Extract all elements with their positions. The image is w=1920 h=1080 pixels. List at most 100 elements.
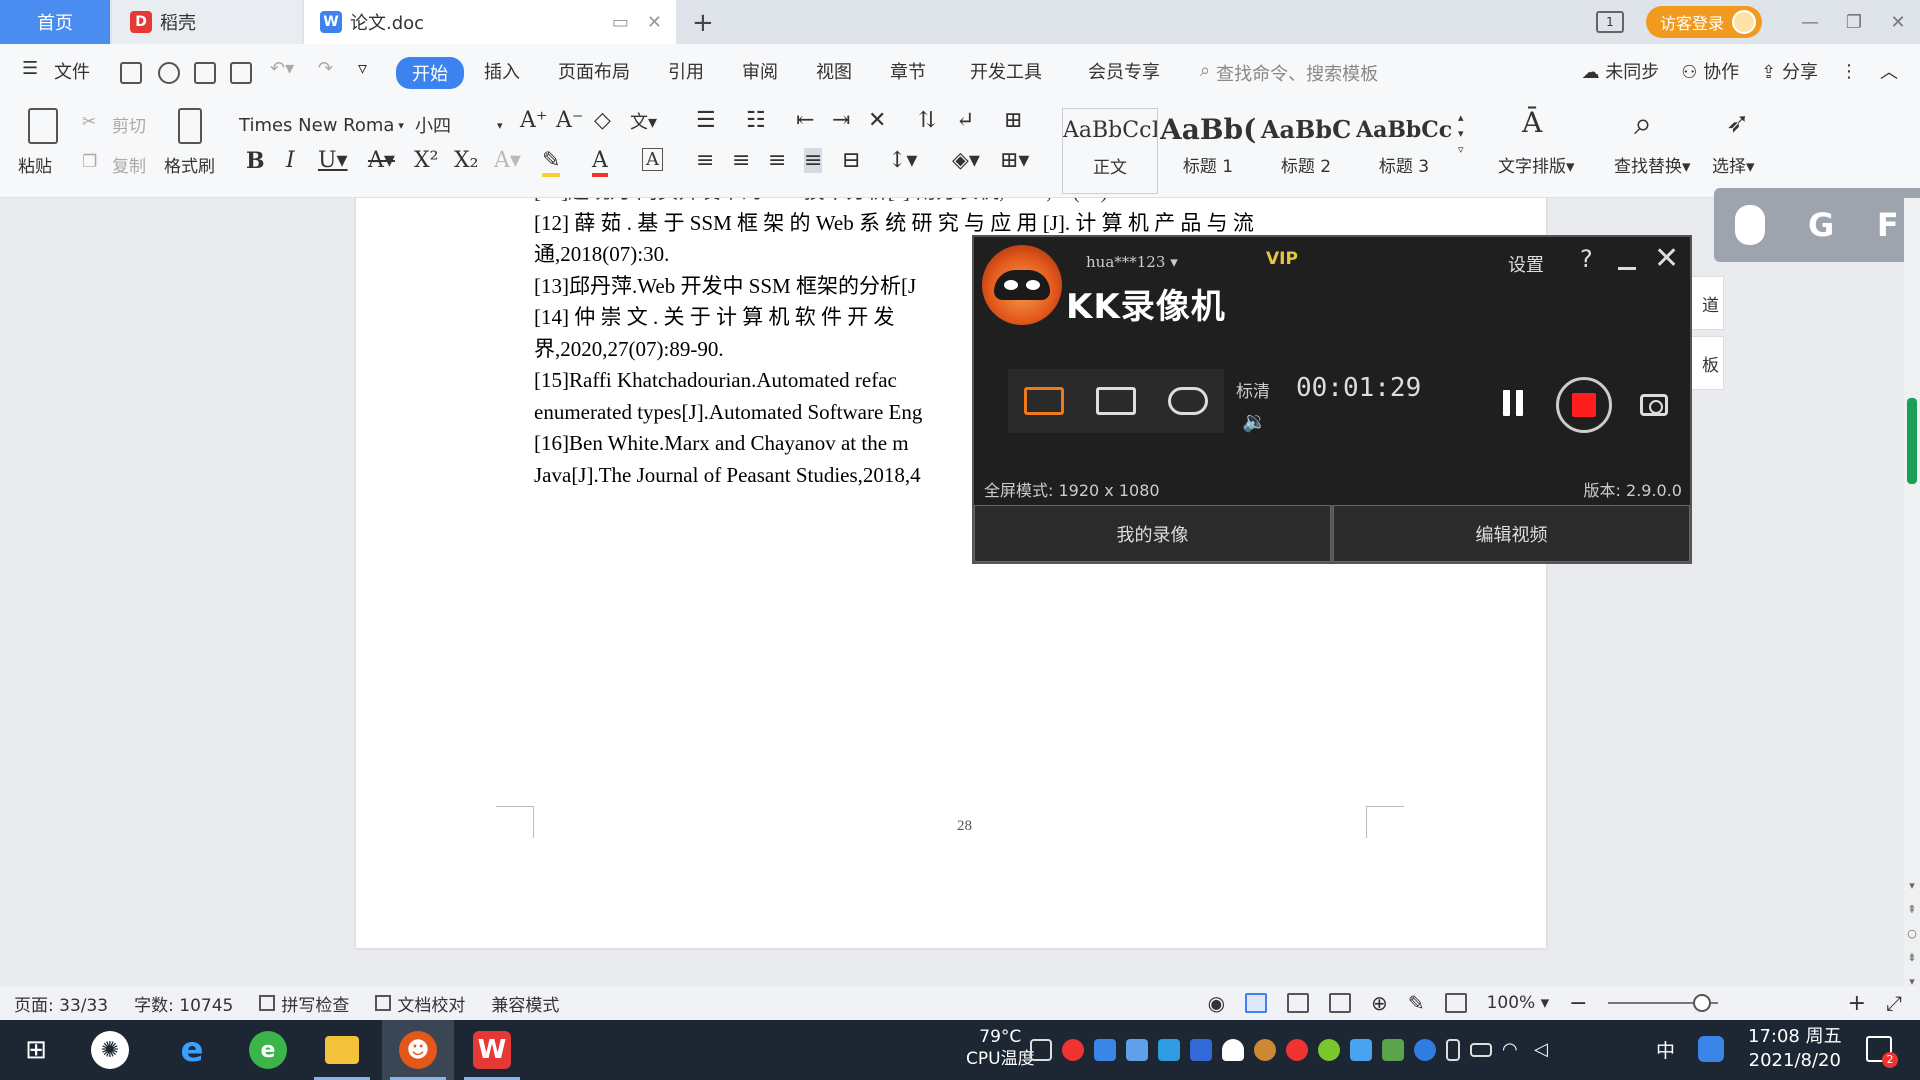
zoom-level-select[interactable]: 100% ▾ [1487, 993, 1550, 1013]
collab-button[interactable]: ⚇ 协作 [1681, 58, 1739, 84]
align-left-icon[interactable]: ≡ [696, 148, 714, 173]
vertical-scrollbar[interactable]: ▾ ⇞ ○ ⇟ ▾ [1904, 198, 1920, 988]
find-replace-button[interactable]: 查找替换▾ [1614, 152, 1691, 177]
more-icon[interactable]: ⋮ [1840, 61, 1858, 82]
battery-icon[interactable] [1470, 1043, 1492, 1057]
increase-indent-icon[interactable]: ⇥ [832, 108, 850, 133]
recorder-close-button[interactable]: ✕ [1654, 241, 1679, 276]
notification-center-icon[interactable]: 2 [1866, 1036, 1898, 1068]
taskbar-app-wps[interactable]: W [456, 1020, 528, 1080]
outline-view-icon[interactable] [1287, 993, 1310, 1013]
format-painter-button[interactable]: 格式刷 [164, 152, 215, 177]
minimize-icon[interactable]: — [1788, 12, 1832, 33]
close-tab-icon[interactable]: ✕ [647, 12, 662, 33]
qq-icon[interactable] [1286, 1039, 1308, 1061]
wifi-icon[interactable]: ◠ [1502, 1039, 1524, 1061]
sort-icon[interactable]: ⇅ [918, 108, 936, 133]
align-justify-icon[interactable]: ≡ [804, 148, 823, 173]
fullscreen-mode-icon[interactable] [1024, 387, 1064, 415]
menu-view[interactable]: 视图 [816, 58, 852, 84]
nvidia-icon[interactable] [1382, 1039, 1404, 1061]
recorder-minimize-icon[interactable] [1618, 267, 1636, 270]
show-marks-icon[interactable]: ↵ [956, 108, 974, 133]
cursor-icon[interactable]: ➶ [1726, 106, 1749, 139]
font-size-select[interactable]: 小四 ▾ [414, 110, 506, 140]
eye-protection-icon[interactable]: ◉ [1208, 991, 1225, 1015]
side-tool-g[interactable]: G [1808, 206, 1834, 244]
subscript-icon[interactable]: X₂ [454, 148, 478, 173]
menu-page-layout[interactable]: 页面布局 [558, 58, 630, 84]
reading-view-icon[interactable] [1329, 993, 1352, 1013]
usb-icon[interactable] [1446, 1039, 1460, 1061]
taskbar-app-ie[interactable]: e [156, 1020, 228, 1080]
styles-scroll-icon[interactable]: ▴ ▾ ▿ [1458, 110, 1464, 158]
distributed-icon[interactable]: ⊟ [842, 148, 860, 173]
print-preview-icon[interactable] [230, 62, 252, 84]
table-tools-icon[interactable]: ⊞ [1004, 108, 1022, 133]
menu-file[interactable]: 文件 [54, 58, 90, 84]
scrollbar-thumb[interactable] [1907, 398, 1917, 484]
text-layout-icon[interactable]: Ā [1522, 106, 1542, 139]
highlight-icon[interactable]: ✎ [542, 148, 561, 177]
tray-app-icon[interactable] [1094, 1039, 1116, 1061]
text-effect-icon[interactable]: A▾ [494, 148, 521, 173]
zoom-out-button[interactable]: − [1569, 991, 1587, 1016]
tray-app-icon[interactable] [1158, 1039, 1180, 1061]
shield-icon[interactable] [1190, 1039, 1212, 1061]
style-normal[interactable]: AaBbCcI 正文 [1062, 108, 1158, 194]
tab-home[interactable]: 首页 [0, 0, 110, 44]
taskbar-app-kk-recorder[interactable]: ☻ [382, 1020, 454, 1080]
paste-button[interactable]: 粘贴 [18, 152, 52, 177]
word-count[interactable]: 字数: 10745 [134, 991, 233, 1016]
zoom-in-button[interactable]: + [1848, 991, 1866, 1016]
menu-dev-tools[interactable]: 开发工具 [970, 58, 1042, 84]
bell-icon[interactable] [1222, 1039, 1244, 1061]
proofread-toggle[interactable]: 文档校对 [375, 991, 465, 1016]
vip-badge[interactable]: VIP [1266, 249, 1298, 269]
grow-font-icon[interactable]: A⁺ [520, 108, 548, 133]
shrink-font-icon[interactable]: A⁻ [556, 108, 584, 133]
fit-page-icon[interactable] [1444, 993, 1467, 1013]
my-recordings-button[interactable]: 我的录像 [974, 505, 1331, 562]
pinyin-icon[interactable]: 文▾ [630, 108, 657, 134]
qq-icon[interactable] [1254, 1039, 1276, 1061]
align-center-icon[interactable]: ≡ [732, 148, 750, 173]
edit-video-button[interactable]: 编辑视频 [1333, 505, 1690, 562]
taskbar-app-browser[interactable]: e [232, 1020, 304, 1080]
tray-app-icon[interactable] [1126, 1039, 1148, 1061]
input-method-icon[interactable] [1698, 1036, 1724, 1062]
tray-app-icon[interactable] [1318, 1039, 1340, 1061]
game-mode-icon[interactable] [1168, 387, 1208, 415]
superscript-icon[interactable]: X² [414, 148, 438, 173]
quick-access-dropdown-icon[interactable]: ▿ [358, 58, 367, 79]
start-button[interactable]: ⊞ [0, 1020, 72, 1080]
unsync-button[interactable]: ☁ 未同步 [1582, 58, 1660, 84]
recorder-username[interactable]: hua***123 ▾ [1086, 253, 1178, 271]
taskbar-app-pinwheel[interactable]: ✺ [74, 1020, 146, 1080]
region-mode-icon[interactable] [1096, 387, 1136, 415]
screenshot-camera-icon[interactable] [1640, 394, 1668, 416]
style-heading-3[interactable]: AaBbCcI 标题 3 [1356, 108, 1452, 194]
tray-app-icon[interactable] [1350, 1039, 1372, 1061]
copy-button[interactable]: 复制 [112, 152, 146, 177]
close-window-icon[interactable]: ✕ [1876, 12, 1920, 33]
bullet-list-icon[interactable]: ☰ [696, 108, 716, 133]
menu-member[interactable]: 会员专享 [1088, 58, 1160, 84]
zoom-slider-knob[interactable] [1693, 994, 1712, 1012]
recorder-help-button[interactable]: ? [1580, 245, 1593, 273]
numbered-list-icon[interactable]: ☷ [746, 108, 766, 133]
recorder-settings-button[interactable]: 设置 [1508, 251, 1544, 277]
italic-icon[interactable]: I [286, 148, 295, 173]
volume-icon[interactable]: ◁ [1534, 1039, 1556, 1061]
system-clock[interactable]: 17:08 周五 2021/8/20 [1748, 1025, 1842, 1073]
share-button[interactable]: ⇪ 分享 [1761, 58, 1818, 84]
clear-format-icon[interactable]: ◇ [594, 108, 611, 133]
scroll-arrows-icon[interactable]: ▾ ⇞ ○ ⇟ ▾ [1904, 874, 1920, 994]
cpu-temperature[interactable]: 79°C CPU温度 [966, 1026, 1035, 1070]
input-method-indicator[interactable]: 中 [1656, 1036, 1675, 1063]
page-view-icon[interactable] [1245, 993, 1268, 1013]
char-border-icon[interactable]: A [642, 148, 663, 171]
redo-icon[interactable]: ↷ [318, 58, 333, 79]
fullscreen-icon[interactable]: ⤢ [1886, 991, 1902, 1015]
font-name-select[interactable]: Times New Roma ▾ [238, 110, 408, 140]
